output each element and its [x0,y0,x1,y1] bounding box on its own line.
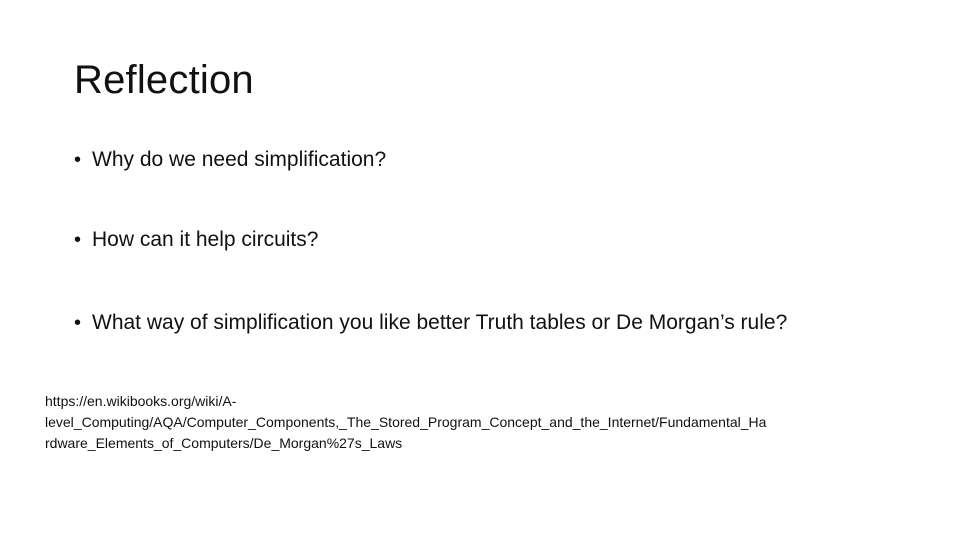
bullet-marker-icon: • [74,149,82,171]
source-url-link[interactable]: https://en.wikibooks.org/wiki/A- level_C… [45,391,910,454]
bullet-marker-icon: • [74,229,82,251]
source-url-line: level_Computing/AQA/Computer_Components,… [45,414,767,430]
bullet-marker-icon: • [74,312,82,334]
slide: Reflection • Why do we need simplificati… [0,0,960,540]
bullet-item: • What way of simplification you like be… [74,309,794,337]
bullet-item: • How can it help circuits? [74,226,814,254]
bullet-text: What way of simplification you like bett… [92,311,788,334]
bullet-item: • Why do we need simplification? [74,146,814,174]
bullet-text: Why do we need simplification? [92,148,387,171]
source-url-line: rdware_Elements_of_Computers/De_Morgan%2… [45,435,403,451]
slide-title: Reflection [74,58,254,102]
bullet-text: How can it help circuits? [92,228,319,251]
source-url-line: https://en.wikibooks.org/wiki/A- [45,393,237,409]
